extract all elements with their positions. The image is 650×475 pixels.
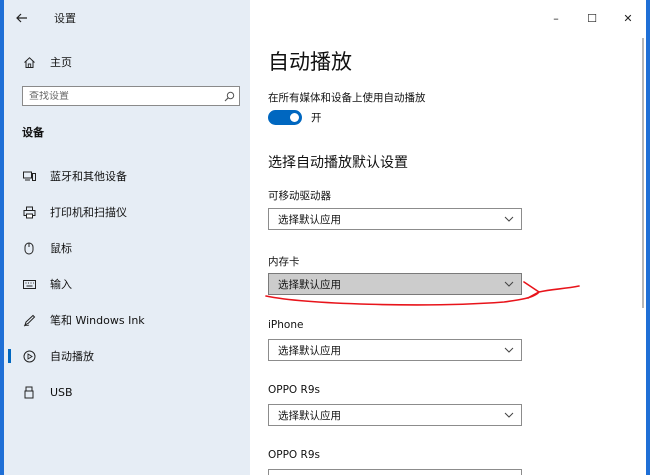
toggle-knob — [290, 113, 299, 122]
dropdown-value: 选择默认应用 — [278, 213, 341, 226]
sidebar-item-label: 自动播放 — [50, 350, 94, 363]
defaults-section-title: 选择自动播放默认设置 — [268, 155, 408, 171]
search-input[interactable] — [23, 90, 219, 102]
sidebar-item-autoplay[interactable]: 自动播放 — [4, 342, 250, 370]
sidebar-item-usb[interactable]: USB — [4, 378, 250, 406]
app-title: 设置 — [54, 12, 76, 25]
autoplay-toggle-row: 开 — [268, 110, 322, 125]
autoplay-icon — [22, 349, 36, 363]
dropdown-value: 选择默认应用 — [278, 278, 341, 291]
oppo-r9s-dropdown[interactable]: 选择默认应用 — [268, 404, 522, 426]
iphone-dropdown[interactable]: 选择默认应用 — [268, 339, 522, 361]
home-icon — [22, 55, 36, 69]
sidebar-item-typing[interactable]: 输入 — [4, 270, 250, 298]
sidebar-item-mouse[interactable]: 鼠标 — [4, 234, 250, 262]
keyboard-icon — [22, 277, 36, 291]
sidebar-item-label: 输入 — [50, 278, 72, 291]
removable-drive-dropdown[interactable]: 选择默认应用 — [268, 208, 522, 230]
scrollbar[interactable] — [642, 38, 644, 308]
sidebar-item-label: 笔和 Windows Ink — [50, 314, 145, 327]
close-icon: ✕ — [623, 11, 633, 25]
back-button[interactable] — [4, 0, 40, 36]
sidebar-item-label: 主页 — [50, 56, 72, 69]
main-content: – ☐ ✕ 自动播放 在所有媒体和设备上使用自动播放 开 选择自动播放默认设置 … — [250, 0, 646, 475]
sidebar-item-label: USB — [50, 385, 73, 399]
printer-icon — [22, 205, 36, 219]
sidebar-item-label: 打印机和扫描仪 — [50, 206, 127, 219]
sidebar-item-pen[interactable]: 笔和 Windows Ink — [4, 306, 250, 334]
chevron-down-icon — [497, 340, 521, 360]
sidebar-item-printers[interactable]: 打印机和扫描仪 — [4, 198, 250, 226]
dropdown-value: 选择默认应用 — [278, 409, 341, 422]
field-label-removable-drive: 可移动驱动器 — [268, 190, 331, 202]
sidebar: 设置 主页 设备 — [4, 0, 250, 475]
sidebar-item-label: 鼠标 — [50, 242, 72, 255]
toggle-state-label: 开 — [311, 112, 322, 124]
sidebar-item-home[interactable]: 主页 — [4, 48, 250, 76]
field-label-oppo-r9s-2: OPPO R9s — [268, 449, 320, 461]
chevron-down-icon — [497, 274, 521, 294]
minimize-icon: – — [553, 11, 559, 25]
close-button[interactable]: ✕ — [610, 0, 646, 36]
sidebar-item-label: 蓝牙和其他设备 — [50, 170, 127, 183]
chevron-down-icon — [497, 209, 521, 229]
settings-window: 设置 主页 设备 — [4, 0, 646, 475]
oppo-r9s-2-dropdown[interactable] — [268, 469, 522, 475]
page-title: 自动播放 — [268, 50, 352, 74]
usb-icon — [22, 385, 36, 399]
dropdown-value: 选择默认应用 — [278, 344, 341, 357]
field-label-oppo-r9s: OPPO R9s — [268, 384, 320, 396]
field-label-memory-card: 内存卡 — [268, 256, 300, 268]
autoplay-toggle-description: 在所有媒体和设备上使用自动播放 — [268, 92, 426, 104]
search-icon[interactable] — [219, 87, 239, 105]
search-box[interactable] — [22, 86, 240, 106]
maximize-button[interactable]: ☐ — [574, 0, 610, 36]
window-controls: – ☐ ✕ — [538, 0, 646, 36]
pen-icon — [22, 313, 36, 327]
titlebar-left: 设置 — [4, 0, 250, 36]
sidebar-section-title: 设备 — [22, 126, 44, 139]
minimize-button[interactable]: – — [538, 0, 574, 36]
autoplay-toggle[interactable] — [268, 110, 302, 125]
chevron-down-icon — [497, 405, 521, 425]
sidebar-item-bluetooth[interactable]: 蓝牙和其他设备 — [4, 162, 250, 190]
back-arrow-icon — [16, 13, 27, 23]
bluetooth-devices-icon — [22, 169, 36, 183]
field-label-iphone: iPhone — [268, 319, 304, 331]
memory-card-dropdown[interactable]: 选择默认应用 — [268, 273, 522, 295]
mouse-icon — [22, 241, 36, 255]
maximize-icon: ☐ — [587, 11, 597, 25]
